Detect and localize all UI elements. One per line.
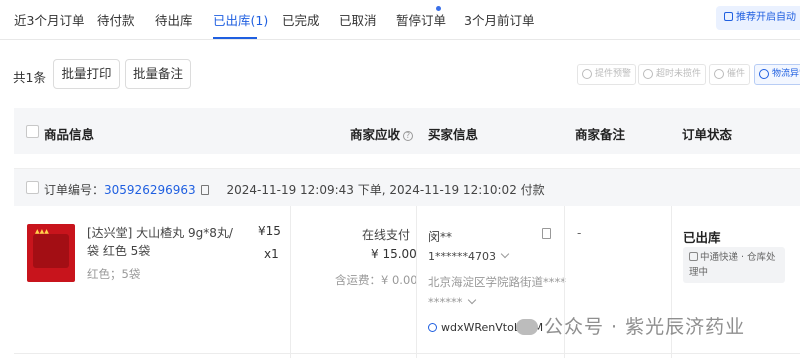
- tab-pending-shipment[interactable]: 待出库: [155, 10, 193, 29]
- header-product: 商品信息: [44, 127, 95, 142]
- chat-icon: [428, 323, 437, 332]
- status-badge: 已出库: [683, 230, 721, 245]
- notification-dot: [436, 6, 441, 11]
- order-info: 订单编号：305926296963 2024-11-19 12:09:43 下单…: [44, 183, 545, 197]
- urge-button[interactable]: 催件: [709, 64, 751, 85]
- tab-older-orders[interactable]: 3个月前订单: [464, 10, 534, 29]
- header-merchant-receivable: 商家应收?: [350, 124, 414, 143]
- document-icon: [724, 12, 733, 21]
- order-time: 2024-11-19 12:09:43 下单: [226, 183, 382, 197]
- active-tab-indicator: [213, 37, 257, 39]
- pay-time: 2024-11-19 12:10:02 付款: [389, 183, 545, 197]
- buyer-address: 北京海淀区学院路街道**** ******: [428, 275, 566, 309]
- tab-shipped[interactable]: 已出库(1): [213, 10, 268, 29]
- overdue-pickup-button[interactable]: 超时未揽件: [638, 64, 707, 85]
- clock-icon: [582, 69, 592, 79]
- wechat-icon: [516, 319, 538, 335]
- chevron-down-icon[interactable]: [500, 249, 510, 259]
- quantity: x1: [264, 247, 279, 261]
- auto-enable-banner[interactable]: 推荐开启自动: [716, 6, 800, 30]
- tab-recent-3-months[interactable]: 近3个月订单: [14, 10, 84, 29]
- truck-icon: [689, 252, 698, 261]
- order-number[interactable]: 305926296963: [104, 183, 196, 197]
- logistics-exception-button[interactable]: 物流异常: [754, 64, 800, 85]
- unit-price: ¥15: [258, 224, 281, 238]
- copy-icon[interactable]: [542, 228, 551, 239]
- pay-method: 在线支付: [362, 228, 411, 242]
- select-all-checkbox[interactable]: [26, 125, 39, 138]
- promo-label: 推荐开启自动: [736, 12, 796, 23]
- help-icon[interactable]: ?: [403, 131, 414, 141]
- pickup-warning-button[interactable]: 提件预警: [577, 64, 637, 85]
- header-merchant-remark: 商家备注: [575, 127, 626, 142]
- pay-amount: ¥ 15.00: [371, 247, 417, 261]
- order-checkbox[interactable]: [26, 181, 39, 194]
- table-header: 商品信息 商家应收? 买家信息 商家备注 订单状态: [14, 108, 800, 154]
- buyer-phone: 1******4703: [428, 249, 510, 263]
- header-order-status: 订单状态: [682, 127, 733, 142]
- batch-print-button[interactable]: 批量打印: [53, 59, 120, 89]
- product-spec: 红色；5袋: [87, 267, 141, 281]
- order-tabs: 近3个月订单 待付款 待出库 已出库(1) 已完成 已取消 暂停订单 3个月前订…: [0, 0, 800, 40]
- bell-icon: [714, 69, 724, 79]
- batch-remark-button[interactable]: 批量备注: [125, 59, 191, 89]
- chevron-down-icon[interactable]: [467, 295, 476, 305]
- product-name[interactable]: [达兴堂] 大山楂丸 9g*8丸/袋 红色 5袋: [87, 224, 237, 260]
- tab-paused[interactable]: 暂停订单: [396, 10, 446, 29]
- tab-cancelled[interactable]: 已取消: [339, 10, 377, 29]
- alert-icon: [759, 69, 769, 79]
- order-summary-bar: 订单编号：305926296963 2024-11-19 12:09:43 下单…: [14, 168, 800, 206]
- result-count: 共1条: [13, 70, 46, 85]
- logistics-status[interactable]: 中通快递 · 仓库处理中: [683, 247, 785, 283]
- copy-icon[interactable]: [200, 185, 209, 195]
- buyer-name: 闵**: [428, 230, 453, 244]
- tab-pending-payment[interactable]: 待付款: [97, 10, 135, 29]
- freight: 含运费：¥ 0.00: [335, 273, 418, 287]
- product-image[interactable]: ▲▲▲: [27, 224, 75, 282]
- header-buyer: 买家信息: [428, 127, 479, 142]
- watermark: 公众号 · 紫光辰济药业: [516, 312, 745, 339]
- clock-icon: [643, 69, 653, 79]
- tab-completed[interactable]: 已完成: [282, 10, 320, 29]
- merchant-remark[interactable]: -: [577, 226, 581, 240]
